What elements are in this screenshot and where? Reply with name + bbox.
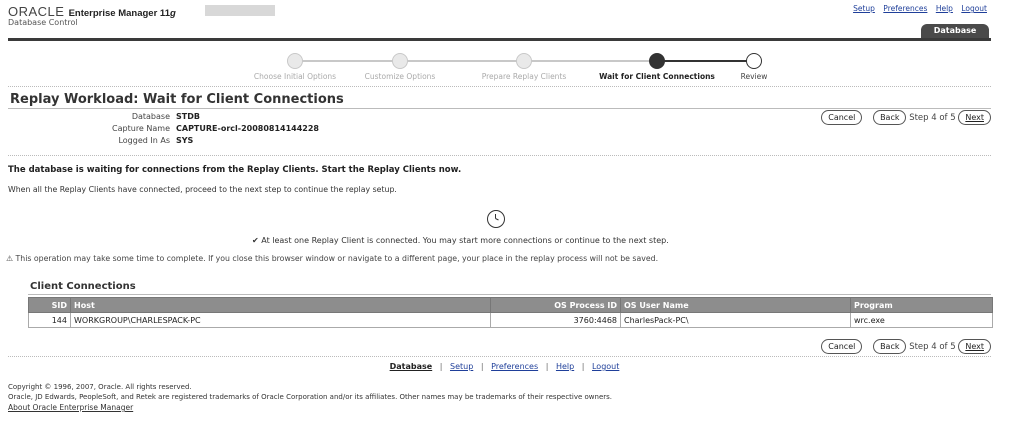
- clock-icon: [487, 210, 505, 228]
- column-header-sid[interactable]: SID: [28, 297, 71, 313]
- info-label: Database: [131, 112, 170, 121]
- train-step-3-marker[interactable]: [516, 53, 532, 69]
- checkmark-icon: ✔: [252, 236, 259, 245]
- cell-os-user-name: CharlesPack-PC\: [620, 312, 851, 328]
- cancel-button[interactable]: Cancel: [821, 110, 863, 125]
- header-rule: [8, 38, 991, 41]
- cell-program: wrc.exe: [850, 312, 993, 328]
- footer-links: Database | Setup | Preferences | Help | …: [389, 362, 620, 371]
- cell-os-process-id: 3760:4468: [490, 312, 621, 328]
- copyright: Copyright © 1996, 2007, Oracle. All righ…: [8, 383, 192, 391]
- product-name: Enterprise Manager 11: [68, 8, 170, 19]
- section-rule: [28, 294, 991, 295]
- info-divider: [8, 155, 991, 156]
- column-header-host[interactable]: Host: [70, 297, 491, 313]
- train-step-5-label: Review: [740, 72, 768, 81]
- next-button[interactable]: Next: [958, 110, 991, 125]
- app-subtitle: Database Control: [8, 18, 78, 27]
- waiting-message: The database is waiting for connections …: [8, 165, 462, 175]
- help-link[interactable]: Help: [936, 4, 953, 13]
- brand-text: ORACLE: [8, 4, 65, 19]
- train-step-2-marker[interactable]: [392, 53, 408, 69]
- info-database-value: STDB: [176, 112, 200, 121]
- about-link[interactable]: About Oracle Enterprise Manager: [8, 403, 133, 412]
- connection-status-text: At least one Replay Client is connected.…: [261, 236, 669, 245]
- train-divider: [8, 86, 991, 87]
- title-rule: [8, 108, 991, 109]
- footer-link-setup[interactable]: Setup: [450, 362, 473, 371]
- info-label: Logged In As: [118, 136, 170, 145]
- cell-sid: 144: [28, 312, 71, 328]
- info-logged-in-as-value: SYS: [176, 136, 194, 145]
- global-links: Setup Preferences Help Logout: [847, 4, 987, 13]
- train-step-1-label[interactable]: Choose Initial Options: [254, 72, 336, 81]
- footer-link-preferences[interactable]: Preferences: [491, 362, 538, 371]
- oracle-logo: ORACLE Enterprise Manager 11g: [8, 4, 176, 19]
- train-step-5-marker: [746, 53, 762, 69]
- host-redacted: [205, 5, 275, 16]
- trademark-notice: Oracle, JD Edwards, PeopleSoft, and Rete…: [8, 393, 613, 401]
- train-line-done: [300, 60, 690, 62]
- table-header-row: SID Host OS Process ID OS User Name Prog…: [28, 297, 993, 313]
- cancel-button[interactable]: Cancel: [821, 339, 863, 354]
- step-indicator: Step 4 of 5: [909, 342, 956, 352]
- setup-link[interactable]: Setup: [853, 4, 875, 13]
- column-header-os-process-id[interactable]: OS Process ID: [490, 297, 621, 313]
- step-indicator: Step 4 of 5: [909, 113, 956, 123]
- column-header-os-user-name[interactable]: OS User Name: [620, 297, 851, 313]
- section-title-client-connections: Client Connections: [30, 281, 136, 292]
- train-step-3-label[interactable]: Prepare Replay Clients: [482, 72, 567, 81]
- product-suffix: g: [169, 8, 176, 19]
- train-step-4-marker: [649, 53, 665, 69]
- proceed-instruction: When all the Replay Clients have connect…: [8, 185, 397, 194]
- back-button[interactable]: Back: [873, 339, 907, 354]
- back-button[interactable]: Back: [873, 110, 907, 125]
- info-capture-name-value: CAPTURE-orcl-20080814144228: [176, 124, 319, 133]
- page-title: Replay Workload: Wait for Client Connect…: [10, 92, 344, 107]
- train-step-1-marker[interactable]: [287, 53, 303, 69]
- info-label: Capture Name: [112, 124, 170, 133]
- preferences-link[interactable]: Preferences: [883, 4, 927, 13]
- next-button[interactable]: Next: [958, 339, 991, 354]
- connection-status: ✔ At least one Replay Client is connecte…: [252, 236, 669, 245]
- column-header-program[interactable]: Program: [850, 297, 993, 313]
- train-line-active: [660, 60, 760, 62]
- cell-host: WORKGROUP\CHARLESPACK-PC: [70, 312, 491, 328]
- footer-link-database[interactable]: Database: [390, 362, 433, 371]
- table-row: 144 WORKGROUP\CHARLESPACK-PC 3760:4468 C…: [28, 312, 993, 328]
- train-step-2-label[interactable]: Customize Options: [365, 72, 436, 81]
- client-connections-table: SID Host OS Process ID OS User Name Prog…: [28, 297, 993, 328]
- warning-message: ⚠ This operation may take some time to c…: [6, 254, 658, 263]
- train-step-4-label: Wait for Client Connections: [599, 72, 715, 81]
- nav-buttons-bottom: Cancel Back Step 4 of 5 Next: [821, 339, 991, 354]
- warning-text: This operation may take some time to com…: [15, 254, 659, 263]
- footer-divider: [8, 356, 991, 357]
- warning-icon: ⚠: [6, 254, 13, 263]
- nav-buttons-top: Cancel Back Step 4 of 5 Next: [821, 110, 991, 125]
- footer-link-logout[interactable]: Logout: [592, 362, 619, 371]
- tab-database[interactable]: Database: [921, 24, 989, 38]
- footer-link-help[interactable]: Help: [556, 362, 574, 371]
- logout-link[interactable]: Logout: [961, 4, 987, 13]
